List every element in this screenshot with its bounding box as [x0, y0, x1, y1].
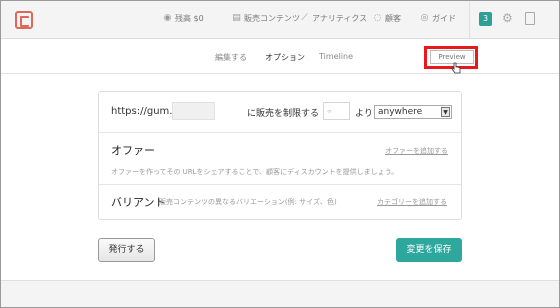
offer-section: オファー オファーを追加する オファーを作ってその URLをシェアすることで、顧…: [99, 133, 461, 185]
nav-label-products: 販売コンテンツ: [244, 14, 300, 23]
nav-label-customers: 顧客: [385, 14, 401, 23]
permalink-input[interactable]: [172, 102, 215, 120]
nav-item-analytics[interactable]: ⟋ アナリティクス: [300, 13, 367, 24]
add-offer-link[interactable]: オファーを追加する: [385, 146, 448, 156]
options-card: https://gum.co/ に販売を制限する ∞ より anywhere ▼…: [98, 91, 462, 220]
nav-label-guide: ガイド: [432, 14, 456, 23]
variant-section: バリアント 販売コンテンツの異なるバリエーション(例: サイズ、色) カテゴリー…: [99, 185, 461, 219]
offer-title: オファー: [111, 144, 155, 157]
add-category-link[interactable]: カテゴリーを追加する: [377, 197, 447, 207]
nav-item-customers[interactable]: ◌ 顧客: [373, 13, 401, 24]
offer-description: オファーを作ってその URLをシェアすることで、顧客にディスカウントを提供しまし…: [111, 168, 399, 176]
gumroad-logo-icon[interactable]: [15, 11, 33, 29]
nav-item-balance[interactable]: ◉ 残高 $0: [163, 13, 204, 24]
guide-icon: ◎: [420, 13, 429, 23]
hand-cursor-icon: [451, 62, 461, 74]
variant-title: バリアント: [111, 196, 166, 209]
nav-label-analytics: アナリティクス: [312, 14, 368, 23]
chevron-down-icon: ▼: [441, 107, 450, 117]
gear-icon[interactable]: ⚙: [502, 12, 514, 24]
publish-button[interactable]: 発行する: [98, 238, 155, 262]
tab-options[interactable]: オプション: [265, 52, 305, 63]
location-value: anywhere: [378, 107, 423, 117]
limit-sales-label: に販売を制限する: [247, 109, 320, 119]
tab-edit[interactable]: 編集する: [215, 52, 247, 63]
nav-item-products[interactable]: ▤ 販売コンテンツ: [232, 13, 300, 24]
nav-item-guide[interactable]: ◎ ガイド: [420, 13, 456, 24]
wallet-icon: ◉: [163, 13, 172, 23]
from-label: より: [355, 109, 373, 119]
notification-badge[interactable]: 3: [479, 12, 492, 26]
nav-label-balance: 残高 $0: [175, 14, 204, 23]
variant-description: 販売コンテンツの異なるバリエーション(例: サイズ、色): [159, 198, 337, 206]
location-select[interactable]: anywhere ▼: [374, 105, 452, 119]
nav-divider: [469, 1, 470, 39]
customers-icon: ◌: [373, 13, 382, 23]
footer-bar: [1, 280, 559, 307]
tab-timeline[interactable]: Timeline: [319, 52, 353, 61]
analytics-icon: ⟋: [301, 13, 308, 23]
document-icon[interactable]: [525, 12, 535, 25]
save-changes-button[interactable]: 変更を保存: [396, 238, 462, 262]
product-icon: ▤: [232, 13, 241, 23]
url-limit-row: https://gum.co/ に販売を制限する ∞ より anywhere ▼: [99, 92, 461, 133]
max-count-input[interactable]: ∞: [323, 102, 350, 120]
